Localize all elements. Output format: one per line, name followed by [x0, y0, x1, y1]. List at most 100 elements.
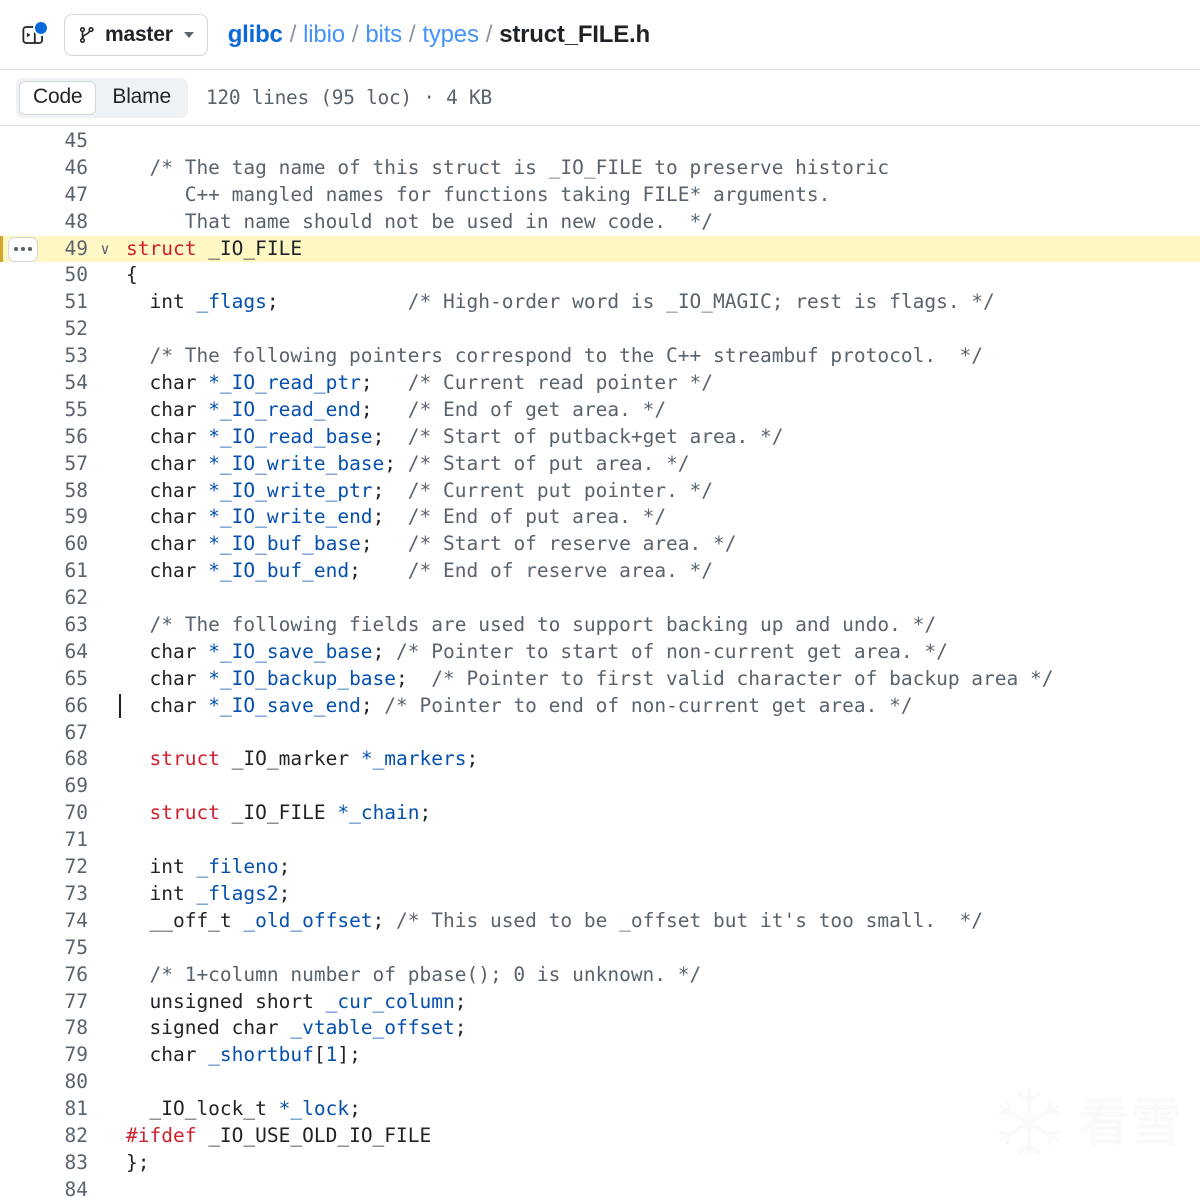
line-number[interactable]: 53: [44, 343, 88, 370]
code-line-text: char *_IO_read_base; /* Start of putback…: [126, 424, 784, 448]
code-line-76: 76 /* 1+column number of pbase(); 0 is u…: [0, 962, 1200, 989]
breadcrumb-item-libio[interactable]: libio: [303, 21, 345, 49]
line-number[interactable]: 75: [44, 935, 88, 962]
line-number[interactable]: 56: [44, 424, 88, 451]
line-number[interactable]: 84: [44, 1177, 88, 1204]
line-marker-cell: [0, 908, 44, 935]
code-line-46: 46 /* The tag name of this struct is _IO…: [0, 155, 1200, 182]
code-line-80: 80: [0, 1069, 1200, 1096]
code-line-66: 66 char *_IO_save_end; /* Pointer to end…: [0, 693, 1200, 720]
line-marker-cell: [0, 289, 44, 316]
code-line-text: char *_IO_backup_base; /* Pointer to fir…: [126, 666, 1054, 690]
line-marker-cell: [0, 1150, 44, 1177]
line-number[interactable]: 63: [44, 612, 88, 639]
code-line-text: That name should not be used in new code…: [126, 209, 713, 233]
line-number[interactable]: 45: [44, 128, 88, 155]
file-meta-label: 120 lines (95 loc) · 4 KB: [205, 86, 492, 109]
breadcrumb-separator: /: [351, 20, 359, 48]
line-number[interactable]: 49: [44, 236, 88, 263]
line-number[interactable]: 66: [44, 693, 88, 720]
code-line-74: 74 __off_t _old_offset; /* This used to …: [0, 908, 1200, 935]
line-marker-cell: [0, 827, 44, 854]
code-line-text: int _fileno;: [126, 855, 291, 879]
line-number[interactable]: 73: [44, 881, 88, 908]
code-line-54: 54 char *_IO_read_ptr; /* Current read p…: [0, 370, 1200, 397]
breadcrumb-item-types[interactable]: types: [422, 21, 479, 49]
code-line-69: 69: [0, 773, 1200, 800]
line-number[interactable]: 69: [44, 773, 88, 800]
code-line-64: 64 char *_IO_save_base; /* Pointer to st…: [0, 639, 1200, 666]
line-number[interactable]: 51: [44, 289, 88, 316]
line-number[interactable]: 65: [44, 666, 88, 693]
code-line-49: 49 ∨ struct _IO_FILE: [0, 235, 1200, 263]
line-number[interactable]: 47: [44, 182, 88, 209]
line-marker-cell: [0, 962, 44, 989]
line-marker-cell: [0, 236, 44, 263]
view-mode-tabs: Code Blame: [16, 77, 188, 118]
line-number[interactable]: 54: [44, 370, 88, 397]
line-number[interactable]: 70: [44, 800, 88, 827]
line-number[interactable]: 60: [44, 531, 88, 558]
tab-blame[interactable]: Blame: [98, 81, 185, 115]
line-number[interactable]: 52: [44, 316, 88, 343]
line-number[interactable]: 79: [44, 1042, 88, 1069]
kebab-horizontal-icon[interactable]: [8, 236, 38, 262]
line-marker-cell: [0, 720, 44, 747]
line-number[interactable]: 61: [44, 558, 88, 585]
line-marker-cell: [0, 746, 44, 773]
line-marker-cell: [0, 639, 44, 666]
line-number[interactable]: 74: [44, 908, 88, 935]
line-number[interactable]: 50: [44, 262, 88, 289]
code-line-63: 63 /* The following fields are used to s…: [0, 612, 1200, 639]
line-number[interactable]: 58: [44, 478, 88, 505]
line-marker-cell: [0, 989, 44, 1016]
line-marker-cell: [0, 262, 44, 289]
line-number[interactable]: 68: [44, 746, 88, 773]
line-number[interactable]: 46: [44, 155, 88, 182]
line-marker-cell: [0, 558, 44, 585]
line-number[interactable]: 48: [44, 209, 88, 236]
line-number[interactable]: 59: [44, 504, 88, 531]
chevron-down-icon[interactable]: ∨: [88, 236, 122, 263]
line-number[interactable]: 76: [44, 962, 88, 989]
code-line-57: 57 char *_IO_write_base; /* Start of put…: [0, 451, 1200, 478]
line-number[interactable]: 80: [44, 1069, 88, 1096]
branch-selector-button[interactable]: master: [64, 13, 208, 56]
line-number[interactable]: 77: [44, 989, 88, 1016]
breadcrumb-item-bits[interactable]: bits: [365, 21, 402, 49]
line-number[interactable]: 72: [44, 854, 88, 881]
code-line-58: 58 char *_IO_write_ptr; /* Current put p…: [0, 478, 1200, 505]
line-number[interactable]: 78: [44, 1015, 88, 1042]
code-line-47: 47 C++ mangled names for functions takin…: [0, 182, 1200, 209]
sidebar-expand-icon[interactable]: [16, 18, 50, 52]
code-line-55: 55 char *_IO_read_end; /* End of get are…: [0, 397, 1200, 424]
code-line-text: char *_IO_write_end; /* End of put area.…: [126, 505, 667, 529]
code-line-81: 81 _IO_lock_t *_lock;: [0, 1096, 1200, 1123]
code-line-text: struct _IO_FILE *_chain;: [149, 801, 432, 825]
line-number[interactable]: 57: [44, 451, 88, 478]
code-line-52: 52: [0, 316, 1200, 343]
code-line-text: int _flags; /* High-order word is _IO_MA…: [126, 290, 995, 314]
line-marker-cell: [0, 1069, 44, 1096]
code-line-51: 51 int _flags; /* High-order word is _IO…: [0, 289, 1200, 316]
code-line-text: int _flags2;: [126, 881, 291, 905]
line-marker-cell: [0, 128, 44, 155]
code-line-62: 62: [0, 585, 1200, 612]
line-number[interactable]: 83: [44, 1150, 88, 1177]
code-line-text: __off_t _old_offset; /* This used to be …: [126, 908, 984, 932]
line-number[interactable]: 67: [44, 720, 88, 747]
code-line-67: 67: [0, 720, 1200, 747]
line-marker-cell: [0, 424, 44, 451]
tab-code[interactable]: Code: [19, 80, 97, 115]
line-number[interactable]: 82: [44, 1123, 88, 1150]
code-line-text: char _shortbuf[1];: [126, 1043, 361, 1067]
line-number[interactable]: 71: [44, 827, 88, 854]
line-marker-cell: [0, 531, 44, 558]
breadcrumb-item-repo[interactable]: glibc: [228, 21, 283, 49]
line-number[interactable]: 64: [44, 639, 88, 666]
code-line-text: char *_IO_read_ptr; /* Current read poin…: [126, 371, 714, 395]
line-number[interactable]: 55: [44, 397, 88, 424]
line-number[interactable]: 81: [44, 1096, 88, 1123]
text-caret: [119, 694, 121, 718]
line-number[interactable]: 62: [44, 585, 88, 612]
